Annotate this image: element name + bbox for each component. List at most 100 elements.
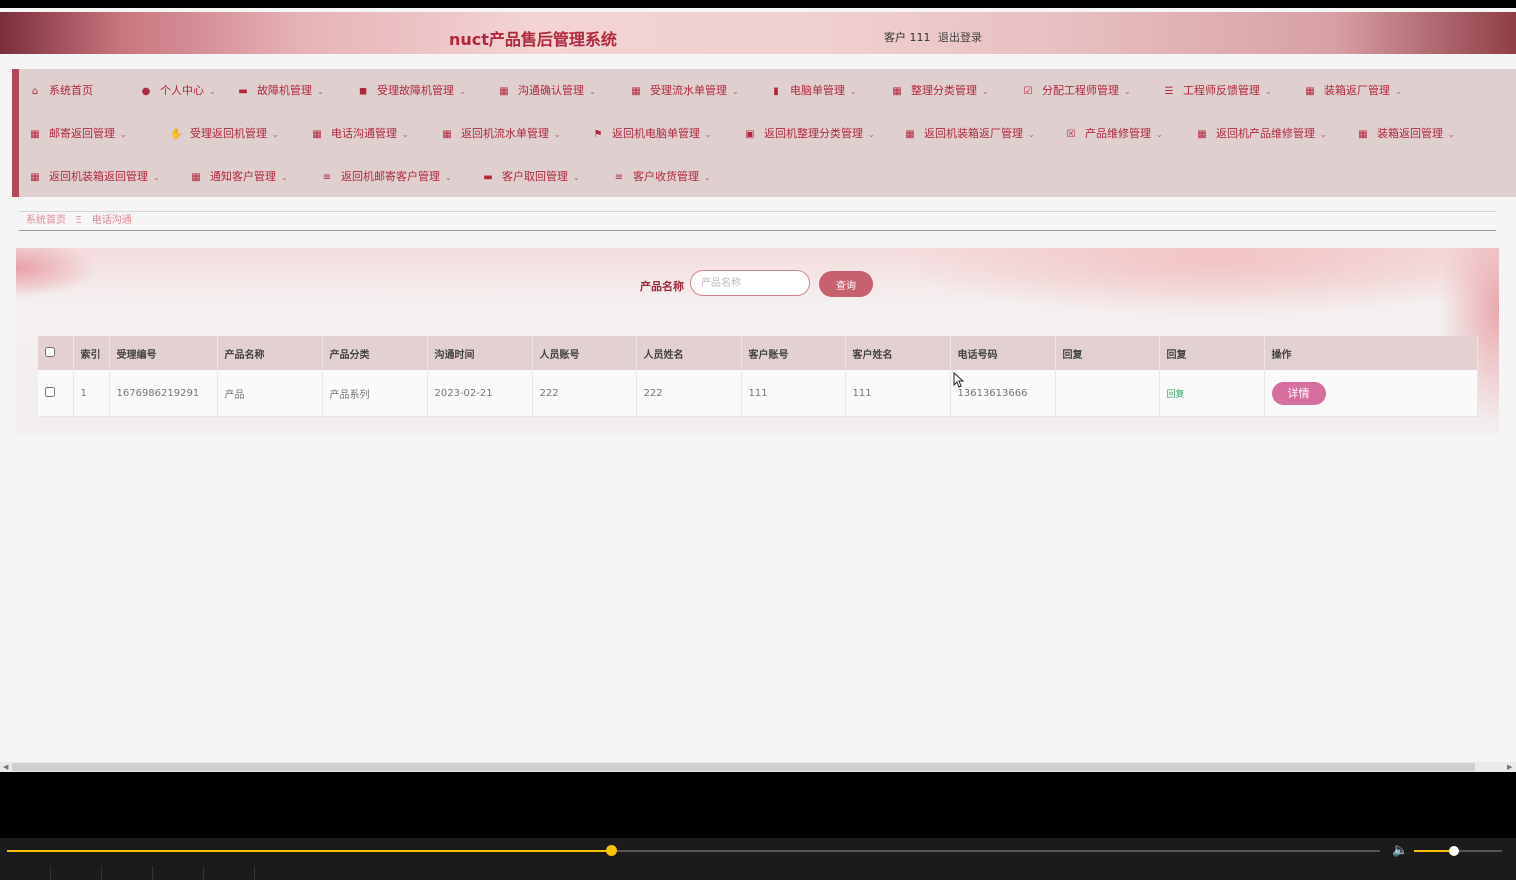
chevron-down-icon: ⌄ xyxy=(317,87,324,96)
nav-item-13[interactable]: ▦ 电话沟通管理 ⌄ xyxy=(311,126,408,142)
column-header[interactable]: 人员账号 xyxy=(532,336,637,370)
table-row: 1 1676986219291 产品 产品系列 2023-02-21 222 2… xyxy=(38,370,1478,417)
volume-level xyxy=(1414,850,1454,852)
chevron-down-icon: ⌄ xyxy=(1448,130,1455,139)
seek-handle[interactable] xyxy=(606,845,618,856)
nav-item-12[interactable]: ✋ 受理返回机管理 ⌄ xyxy=(170,126,279,142)
nav-item-7[interactable]: ▦ 整理分类管理 ⌄ xyxy=(891,83,989,99)
nav-item-14[interactable]: ▦ 返回机流水单管理 ⌄ xyxy=(441,126,560,142)
nav-item-2[interactable]: ▬ 故障机管理 ⌄ xyxy=(237,83,324,99)
logout-link[interactable]: 退出登录 xyxy=(938,29,982,45)
top-header: nuct产品售后管理系统 客户 111 退出登录 xyxy=(0,12,1516,54)
player-tab[interactable] xyxy=(102,866,153,880)
column-header[interactable]: 受理编号 xyxy=(109,336,218,370)
nav-item-25[interactable]: ≡ 客户收货管理 ⌄ xyxy=(613,169,711,185)
select-all-checkbox[interactable] xyxy=(45,346,55,357)
column-header[interactable]: 电话号码 xyxy=(950,336,1056,370)
nav-item-4[interactable]: ▦ 沟通确认管理 ⌄ xyxy=(498,83,595,99)
list-icon: ≡ xyxy=(322,172,332,183)
volume-slider[interactable] xyxy=(1414,846,1502,856)
nav-item-17[interactable]: ▦ 返回机装箱返厂管理 ⌄ xyxy=(904,126,1034,142)
nav-item-19[interactable]: ▦ 返回机产品维修管理 ⌄ xyxy=(1196,126,1326,142)
scrollbar-thumb[interactable] xyxy=(12,763,1475,771)
seek-bar[interactable] xyxy=(7,845,1380,856)
nav-item-label: 返回机整理分类管理 xyxy=(764,127,863,140)
main-navigation: ⌂ 系统首页 ● 个人中心 ⌄ ▬ 故障机管理 ⌄ ◼ 受理故障机管理 ⌄ ▦ 沟通确认管理 ⌄ ▦ 受理流水… xyxy=(12,69,1516,197)
nav-item-label: 通知客户管理 xyxy=(210,170,276,183)
chevron-down-icon: ⌄ xyxy=(1124,87,1131,96)
volume-icon[interactable]: 🔈 xyxy=(1392,843,1408,858)
grid-icon: ▦ xyxy=(892,86,902,97)
chevron-down-icon: ⌄ xyxy=(1395,87,1402,96)
nav-item-22[interactable]: ▦ 通知客户管理 ⌄ xyxy=(190,169,287,185)
grid-icon: ▦ xyxy=(442,129,452,140)
chevron-down-icon: ⌄ xyxy=(982,87,989,96)
breadcrumb-home[interactable]: 系统首页 xyxy=(26,215,66,226)
nav-item-20[interactable]: ▦ 装箱返回管理 ⌄ xyxy=(1357,126,1455,142)
chevron-down-icon: ⌄ xyxy=(732,87,739,96)
chevron-down-icon: ⌄ xyxy=(1265,87,1272,96)
column-header[interactable]: 回复 xyxy=(1055,336,1160,370)
nav-item-label: 分配工程师管理 xyxy=(1042,84,1119,97)
chevron-down-icon: ⌄ xyxy=(868,130,875,139)
cell-customer-name: 111 xyxy=(845,370,951,417)
column-header[interactable]: 产品名称 xyxy=(217,336,323,370)
column-header[interactable]: 沟通时间 xyxy=(427,336,533,370)
column-header[interactable]: 索引 xyxy=(73,336,110,370)
detail-button[interactable]: 详情 xyxy=(1271,381,1326,405)
column-header[interactable]: 客户账号 xyxy=(741,336,846,370)
scroll-left-icon[interactable]: ◀ xyxy=(3,762,8,772)
nav-item-10[interactable]: ▦ 装箱返厂管理 ⌄ xyxy=(1304,83,1402,99)
volume-handle[interactable] xyxy=(1448,846,1459,856)
horizontal-scrollbar[interactable]: ◀ ▶ xyxy=(0,762,1516,772)
scroll-right-icon[interactable]: ▶ xyxy=(1507,762,1512,772)
nav-item-label: 邮寄返回管理 xyxy=(49,127,115,140)
search-button[interactable]: 查询 xyxy=(819,271,873,297)
breadcrumb-separator: Ξ xyxy=(75,215,82,226)
nav-item-18[interactable]: ☒ 产品维修管理 ⌄ xyxy=(1065,126,1163,142)
player-tab[interactable] xyxy=(51,866,102,880)
nav-item-label: 整理分类管理 xyxy=(911,84,977,97)
column-header[interactable]: 人员姓名 xyxy=(636,336,742,370)
cell-customer-account: 111 xyxy=(741,370,846,417)
player-tab[interactable] xyxy=(0,866,51,880)
home-icon: ⌂ xyxy=(31,86,39,97)
player-tab[interactable] xyxy=(153,866,204,880)
row-checkbox[interactable] xyxy=(45,386,55,397)
product-name-search-input[interactable] xyxy=(690,270,810,296)
column-header[interactable]: 产品分类 xyxy=(322,336,428,370)
nav-item-label: 客户取回管理 xyxy=(502,170,568,183)
cell-index: 1 xyxy=(73,370,110,417)
nav-item-23[interactable]: ≡ 返回机邮寄客户管理 ⌄ xyxy=(321,169,452,185)
nav-item-5[interactable]: ▦ 受理流水单管理 ⌄ xyxy=(630,83,739,99)
column-header[interactable]: 客户姓名 xyxy=(845,336,951,370)
cell-staff-account: 222 xyxy=(532,370,637,417)
select-all-header xyxy=(38,336,74,370)
nav-item-label: 装箱返厂管理 xyxy=(1324,84,1390,97)
player-tab[interactable] xyxy=(204,866,255,880)
nav-item-9[interactable]: ☰ 工程师反馈管理 ⌄ xyxy=(1163,83,1272,99)
nav-item-label: 故障机管理 xyxy=(257,84,312,97)
nav-item-15[interactable]: ⚑ 返回机电脑单管理 ⌄ xyxy=(592,126,712,142)
app-window: nuct产品售后管理系统 客户 111 退出登录 ⌂ 系统首页 ● 个人中心 ⌄ ▬ 故障机… xyxy=(0,8,1516,772)
grid-icon: ▦ xyxy=(30,172,40,183)
nav-item-label: 返回机邮寄客户管理 xyxy=(341,170,440,183)
chevron-down-icon: ⌄ xyxy=(120,130,127,139)
nav-item-1[interactable]: ● 个人中心 ⌄ xyxy=(140,83,216,99)
column-header[interactable]: 回复 xyxy=(1159,336,1265,370)
nav-item-24[interactable]: ▬ 客户取回管理 ⌄ xyxy=(482,169,579,185)
nav-item-8[interactable]: ☑ 分配工程师管理 ⌄ xyxy=(1022,83,1131,99)
nav-item-21[interactable]: ▦ 返回机装箱返回管理 ⌄ xyxy=(29,169,159,185)
chevron-down-icon: ⌄ xyxy=(272,130,279,139)
nav-item-11[interactable]: ▦ 邮寄返回管理 ⌄ xyxy=(29,126,127,142)
reply-link[interactable]: 回复 xyxy=(1167,390,1185,400)
chevron-down-icon: ⌄ xyxy=(705,130,712,139)
cell-actions: 详情 xyxy=(1264,370,1478,417)
nav-item-0[interactable]: ⌂ 系统首页 xyxy=(29,83,93,99)
nav-item-3[interactable]: ◼ 受理故障机管理 ⌄ xyxy=(357,83,466,99)
nav-item-6[interactable]: ▮ 电脑单管理 ⌄ xyxy=(770,83,856,99)
grid-icon: ▦ xyxy=(30,129,40,140)
nav-item-16[interactable]: ▣ 返回机整理分类管理 ⌄ xyxy=(744,126,875,142)
grid-icon: ▦ xyxy=(312,129,322,140)
nav-item-label: 个人中心 xyxy=(160,84,204,97)
